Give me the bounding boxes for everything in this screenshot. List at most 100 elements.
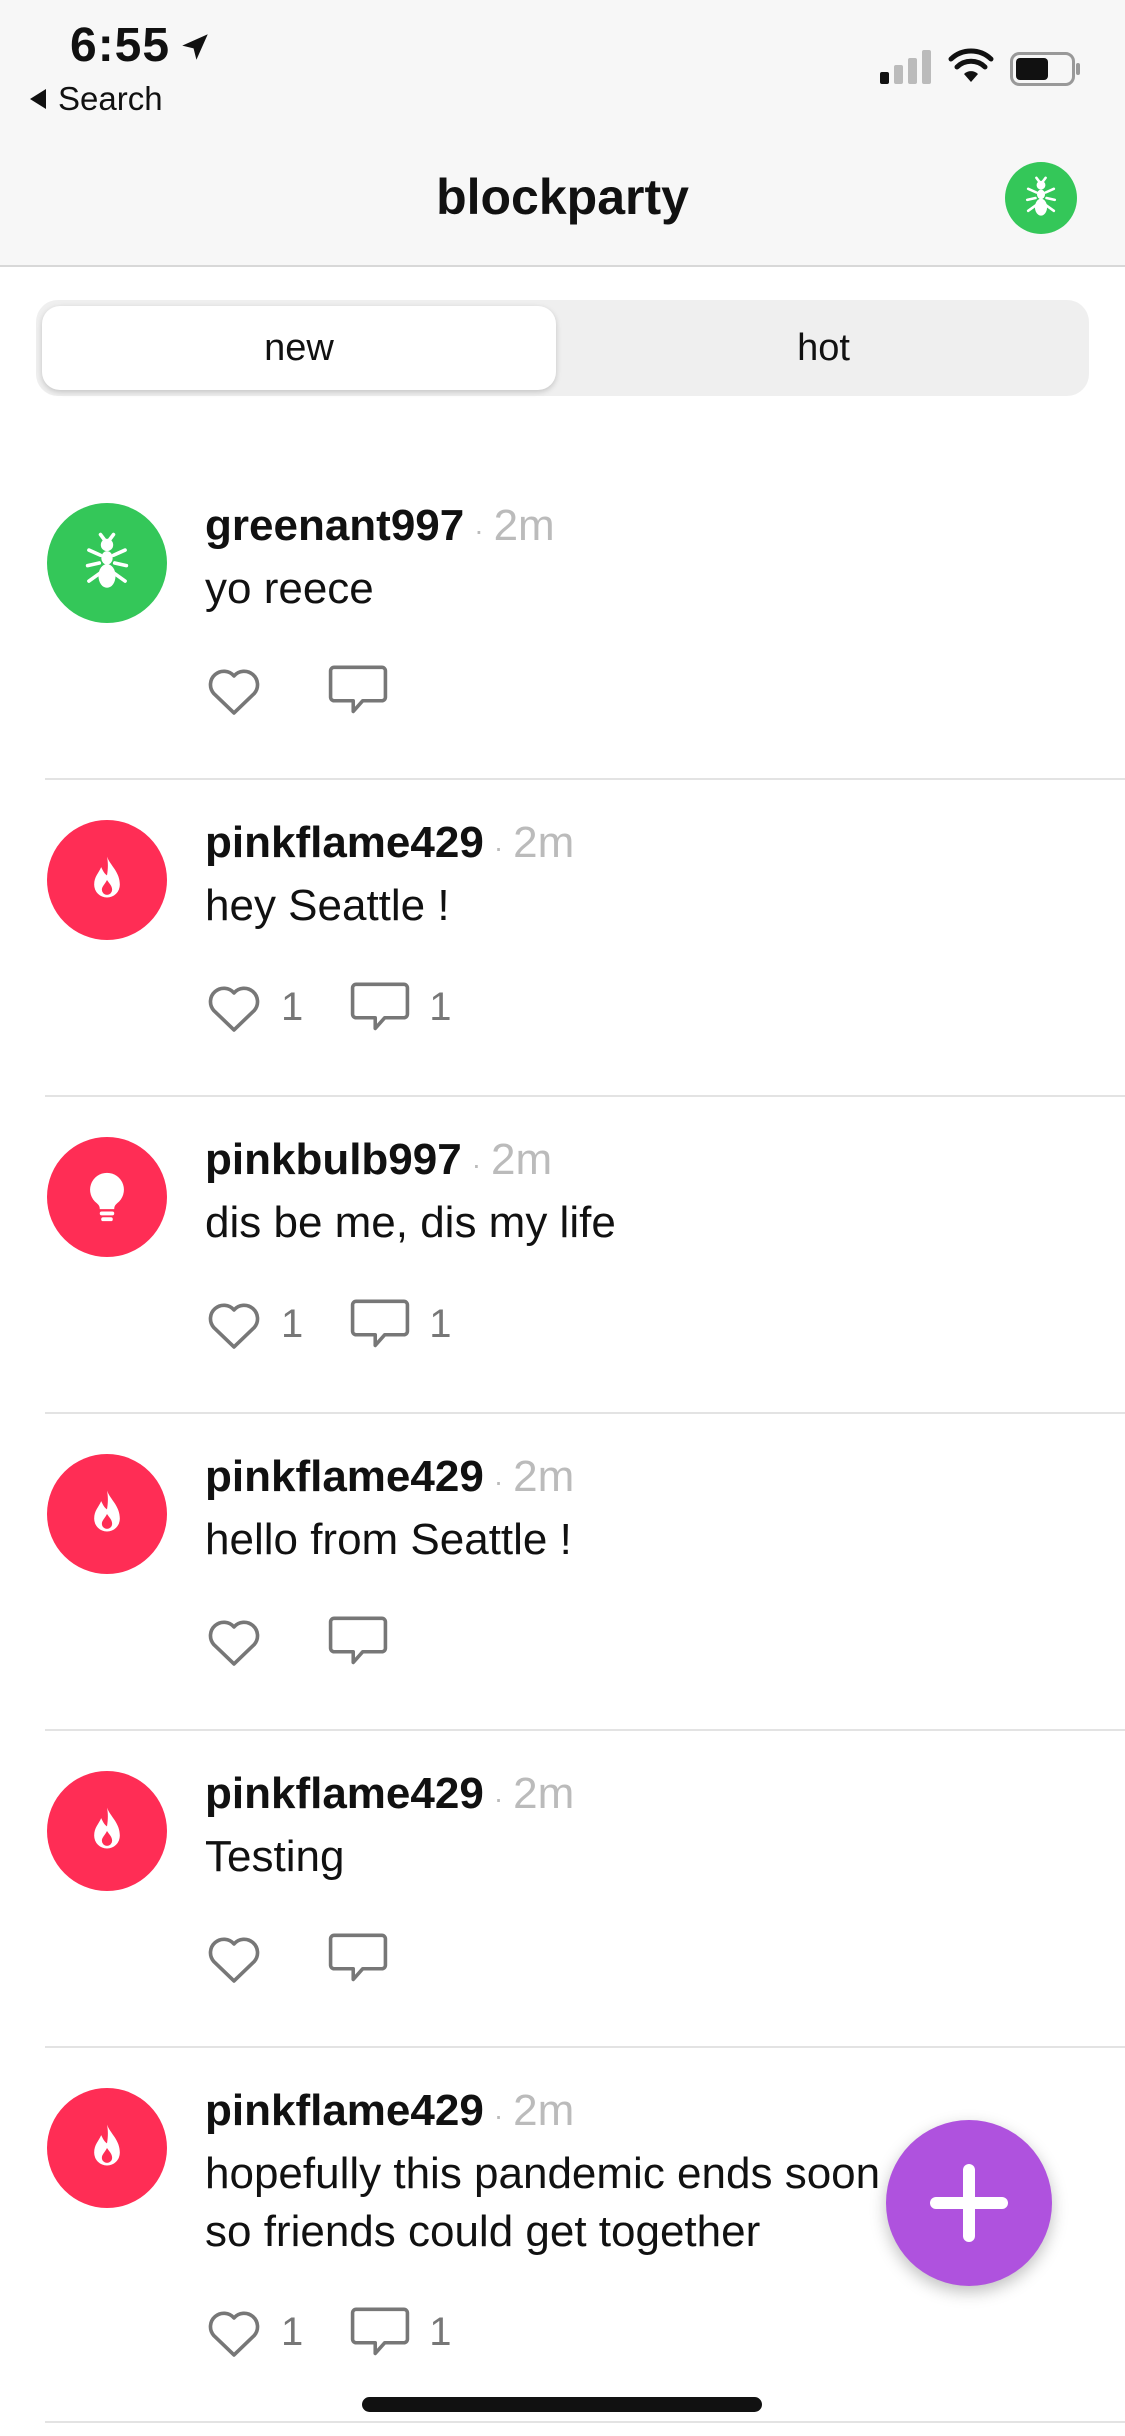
post-text: hello from Seattle !: [205, 1515, 572, 1564]
post-username[interactable]: pinkbulb997: [205, 1135, 462, 1185]
location-arrow-icon: [182, 34, 208, 60]
post-actions: 1 1: [205, 1295, 452, 1353]
post-text: yo reece: [205, 564, 374, 613]
post-text: Testing: [205, 1832, 345, 1881]
tab-hot[interactable]: hot: [564, 306, 1083, 390]
profile-avatar-button[interactable]: [1005, 162, 1077, 234]
separator-dot: ·: [474, 515, 484, 546]
flame-icon: [94, 1490, 120, 1532]
comment-button[interactable]: 1: [349, 2303, 452, 2361]
post-item[interactable]: pinkflame429 · 2m hello from Seattle !: [0, 1414, 1125, 1731]
cellular-signal-icon: [880, 50, 931, 84]
post-item[interactable]: greenant997 · 2m yo reece: [0, 463, 1125, 780]
post-text: hey Seattle !: [205, 881, 450, 930]
comment-button[interactable]: 1: [349, 978, 452, 1036]
flame-icon: [94, 2124, 120, 2166]
separator-dot: ·: [471, 1149, 482, 1180]
post-avatar[interactable]: [47, 1454, 167, 1574]
post-avatar[interactable]: [47, 2088, 167, 2208]
post-item[interactable]: pinkflame429 · 2m Testing: [0, 1731, 1125, 2048]
comment-bubble-icon: [351, 982, 410, 1031]
comment-count: 1: [429, 2309, 452, 2354]
nav-title: blockparty: [436, 169, 689, 225]
post-username[interactable]: pinkflame429: [205, 2086, 484, 2136]
post-text: dis be me, dis my life: [205, 1198, 616, 1247]
post-actions: 1 1: [205, 2303, 452, 2361]
divider: [45, 2421, 1125, 2423]
post-time: 2m: [513, 1769, 575, 1818]
like-button[interactable]: [205, 663, 281, 717]
post-header: pinkbulb997 · 2m: [205, 1135, 552, 1185]
feed-segmented-control: new hot: [36, 300, 1089, 396]
post-time: 2m: [513, 1452, 575, 1501]
like-button[interactable]: 1: [205, 980, 303, 1034]
like-button[interactable]: [205, 1931, 281, 1985]
nav-bar: blockparty: [0, 130, 1125, 267]
back-to-search[interactable]: Search: [30, 80, 163, 118]
flame-icon: [94, 1807, 120, 1849]
comment-count: 1: [429, 1301, 452, 1346]
comment-button[interactable]: 1: [349, 1295, 452, 1353]
flame-icon: [94, 856, 120, 898]
heart-icon: [208, 1303, 260, 1349]
status-bar: 6:55 Search: [0, 0, 1125, 130]
post-avatar[interactable]: [47, 1771, 167, 1891]
status-time: 6:55: [70, 19, 171, 72]
post-avatar[interactable]: [47, 820, 167, 940]
tab-new[interactable]: new: [42, 306, 556, 390]
comment-bubble-icon: [351, 1299, 410, 1348]
comment-count: 1: [429, 984, 452, 1029]
comment-button[interactable]: [327, 661, 407, 719]
separator-dot: ·: [493, 1466, 504, 1497]
heart-icon: [208, 669, 260, 715]
heart-icon: [208, 986, 260, 1032]
post-time: 2m: [493, 501, 555, 550]
post-header: pinkflame429 · 2m: [205, 1769, 574, 1819]
bulb-icon: [90, 1172, 124, 1222]
comment-bubble-icon: [351, 2307, 410, 2356]
post-time: 2m: [513, 818, 575, 867]
comment-bubble-icon: [328, 1616, 388, 1665]
post-time: 2m: [513, 2086, 575, 2135]
heart-icon: [208, 2311, 260, 2357]
post-time: 2m: [491, 1135, 553, 1184]
comment-button[interactable]: [327, 1929, 407, 1987]
post-username[interactable]: greenant997: [205, 501, 464, 551]
post-actions: 1 1: [205, 978, 452, 1036]
wifi-icon: [948, 48, 994, 82]
post-username[interactable]: pinkflame429: [205, 818, 484, 868]
post-header: pinkflame429 · 2m: [205, 2086, 574, 2136]
like-button[interactable]: 1: [205, 2305, 303, 2359]
like-count: 1: [281, 2309, 304, 2354]
post-item[interactable]: pinkbulb997 · 2m dis be me, dis my life …: [0, 1097, 1125, 1414]
post-username[interactable]: pinkflame429: [205, 1769, 484, 1819]
home-indicator[interactable]: [362, 2397, 762, 2412]
post-avatar[interactable]: [47, 503, 167, 623]
back-triangle-icon: [30, 89, 46, 109]
post-avatar[interactable]: [47, 1137, 167, 1257]
battery-icon: [1010, 52, 1080, 86]
post-item[interactable]: pinkflame429 · 2m hey Seattle ! 1 1: [0, 780, 1125, 1097]
like-count: 1: [281, 984, 304, 1029]
post-header: greenant997 · 2m: [205, 501, 555, 551]
post-header: pinkflame429 · 2m: [205, 818, 574, 868]
separator-dot: ·: [493, 832, 504, 863]
post-actions: [205, 1612, 407, 1670]
plus-icon: [930, 2164, 1008, 2242]
new-post-button[interactable]: [886, 2120, 1052, 2286]
heart-icon: [208, 1620, 260, 1666]
separator-dot: ·: [493, 1783, 504, 1814]
like-button[interactable]: [205, 1614, 281, 1668]
post-username[interactable]: pinkflame429: [205, 1452, 484, 1502]
post-text: hopefully this pandemic ends soon so fri…: [205, 2149, 881, 2256]
comment-bubble-icon: [328, 1933, 388, 1982]
ant-icon: [85, 532, 129, 588]
separator-dot: ·: [493, 2100, 504, 2131]
like-button[interactable]: 1: [205, 1297, 303, 1351]
ant-icon: [1025, 176, 1057, 216]
heart-icon: [208, 1937, 260, 1983]
post-actions: [205, 661, 407, 719]
comment-button[interactable]: [327, 1612, 407, 1670]
post-header: pinkflame429 · 2m: [205, 1452, 574, 1502]
like-count: 1: [281, 1301, 304, 1346]
